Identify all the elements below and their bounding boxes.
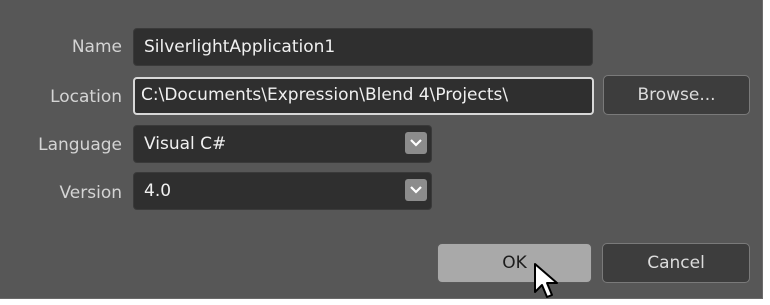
language-label: Language xyxy=(38,135,122,155)
mouse-pointer-icon xyxy=(534,263,558,298)
version-label: Version xyxy=(59,183,122,203)
name-input[interactable]: SilverlightApplication1 xyxy=(133,28,593,66)
location-label: Location xyxy=(50,87,122,107)
language-select[interactable]: Visual C# xyxy=(133,125,432,163)
chevron-down-icon[interactable] xyxy=(405,179,427,201)
browse-button[interactable]: Browse... xyxy=(603,75,750,115)
version-select-value: 4.0 xyxy=(144,181,172,201)
new-project-dialog: Name SilverlightApplication1 Location C:… xyxy=(0,0,763,299)
version-select[interactable]: 4.0 xyxy=(133,172,432,210)
cancel-button[interactable]: Cancel xyxy=(602,243,750,283)
name-label: Name xyxy=(71,37,122,57)
language-select-value: Visual C# xyxy=(144,134,227,154)
chevron-down-icon[interactable] xyxy=(405,132,427,154)
ok-button[interactable]: OK xyxy=(437,243,592,283)
location-input[interactable]: C:\Documents\Expression\Blend 4\Projects… xyxy=(133,77,594,115)
